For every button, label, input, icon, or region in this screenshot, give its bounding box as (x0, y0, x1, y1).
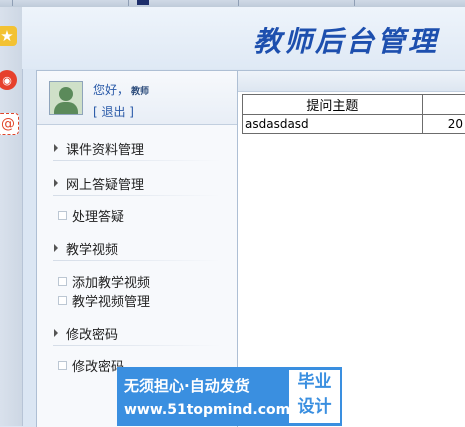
logout-link[interactable]: [ 退出 ] (93, 103, 134, 120)
caret-right-icon (54, 179, 58, 187)
weibo-icon[interactable]: ◉ (0, 70, 17, 90)
browser-tab[interactable] (354, 0, 355, 6)
caret-right-icon (54, 329, 58, 337)
ad-slogan: 无须担心·自动发货 (124, 375, 250, 396)
divider (53, 195, 221, 196)
sidebar-section-label: 教学视频 (66, 239, 118, 258)
avatar-body-shape (54, 102, 78, 115)
page-banner: 教师后台管理 (22, 7, 465, 69)
sidebar-section-label: 课件资料管理 (66, 139, 144, 158)
greeting: 您好，教师 (93, 81, 149, 98)
avatar-head-shape (59, 87, 73, 101)
bullet-square-icon (58, 211, 67, 220)
browser-side-rail: ★ ◉ @ (0, 7, 23, 426)
divider (53, 260, 221, 261)
browser-tab[interactable] (238, 0, 239, 6)
divider (53, 160, 221, 161)
divider (53, 345, 221, 346)
table-cell-topic[interactable]: asdasdasd (243, 115, 423, 134)
email-icon[interactable]: @ (0, 113, 19, 135)
table-cell-date: 20 (422, 115, 465, 134)
ad-badge-line1: 毕业 (289, 370, 340, 395)
content-header-bar (238, 71, 465, 92)
table-row[interactable]: asdasdasd 20 (243, 115, 465, 134)
bullet-square-icon (58, 361, 67, 370)
bullet-square-icon (58, 277, 67, 286)
favorite-star-icon[interactable]: ★ (0, 26, 17, 46)
sidebar-item-label: 处理答疑 (72, 206, 124, 225)
ad-url: www.51topmind.com (124, 402, 290, 418)
sidebar-section-label: 修改密码 (66, 324, 118, 343)
greeting-text: 您好， (93, 83, 129, 97)
sidebar-item-label: 添加教学视频 (72, 272, 150, 291)
avatar (49, 81, 83, 115)
ad-badge: 毕业 设计 (289, 370, 340, 423)
bullet-square-icon (58, 296, 67, 305)
page-title: 教师后台管理 (253, 20, 439, 60)
question-table: 提问主题 asdasdasd 20 (242, 94, 465, 134)
sidebar-item-label: 教学视频管理 (72, 291, 150, 310)
ad-badge-line2: 设计 (289, 395, 340, 420)
caret-right-icon (54, 244, 58, 252)
table-header-row: 提问主题 (243, 95, 465, 115)
sidebar-section-label: 网上答疑管理 (66, 174, 144, 193)
caret-right-icon (54, 144, 58, 152)
active-tab-indicator (137, 0, 149, 5)
browser-tab[interactable] (128, 0, 129, 6)
browser-tab[interactable] (12, 0, 13, 6)
column-header-topic: 提问主题 (243, 95, 423, 115)
column-header-date (422, 95, 465, 115)
user-name: 教师 (131, 87, 149, 97)
user-panel: 您好，教师 [ 退出 ] (37, 71, 237, 125)
watermark-ad-banner[interactable]: 无须担心·自动发货 www.51topmind.com 毕业 设计 (117, 367, 342, 426)
